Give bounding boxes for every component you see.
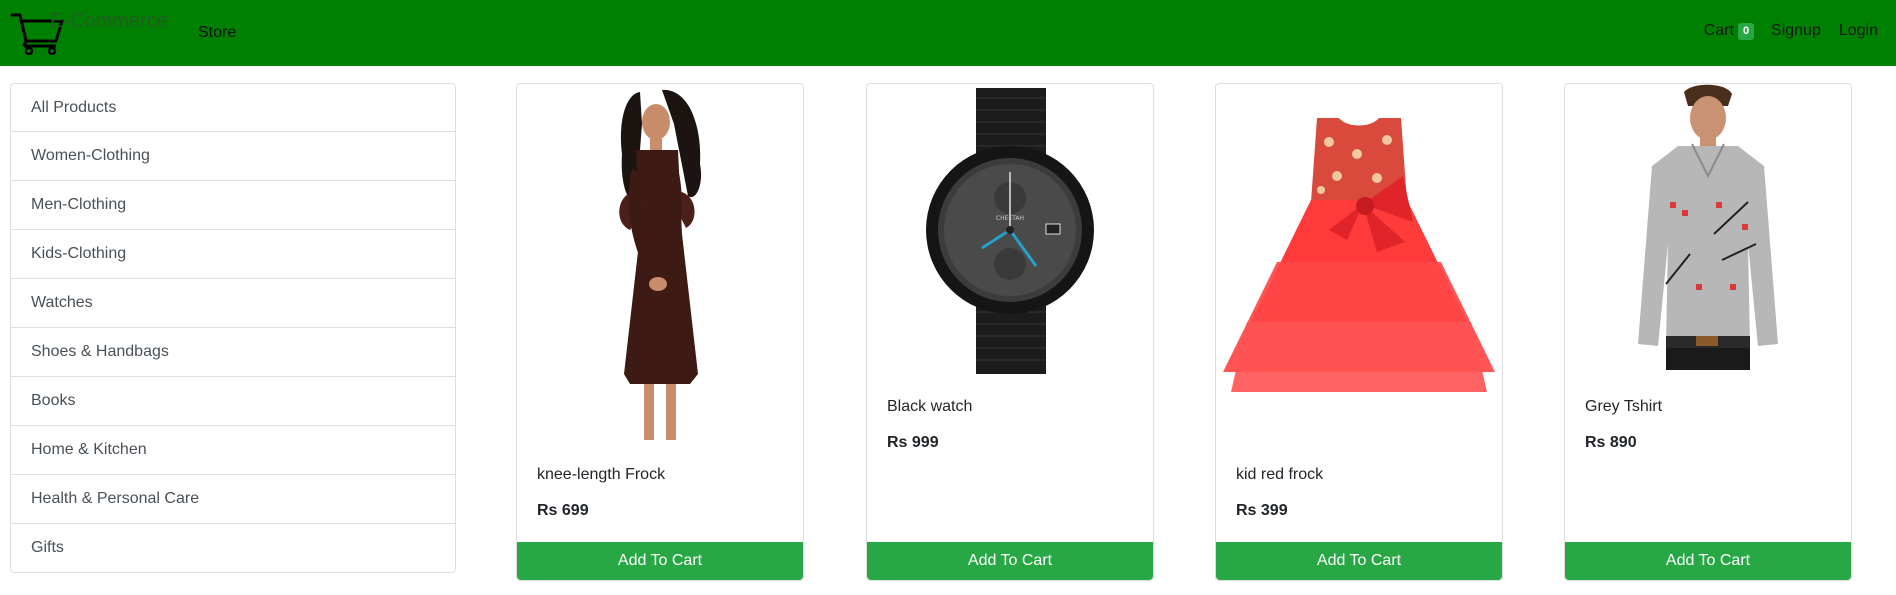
nav-link-signup[interactable]: Signup — [1771, 22, 1821, 40]
product-title[interactable]: kid red frock — [1236, 466, 1323, 484]
cart-label: Cart — [1703, 22, 1735, 39]
product-image[interactable]: CHEETAH — [867, 88, 1153, 374]
nav-link-store[interactable]: Store — [198, 24, 236, 42]
category-item-shoes-handbags[interactable]: Shoes & Handbags — [10, 328, 456, 377]
nav-link-cart[interactable]: Cart 0 — [1703, 22, 1755, 40]
product-price: Rs 699 — [537, 502, 589, 519]
product-card: Grey Tshirt Rs 890 Add To Cart — [1564, 83, 1852, 581]
category-item-watches[interactable]: Watches — [10, 279, 456, 328]
cart-count-badge: 0 — [1738, 22, 1755, 40]
red-frock-image — [1223, 118, 1495, 392]
product-price: Rs 890 — [1585, 434, 1637, 451]
product-title[interactable]: knee-length Frock — [537, 466, 665, 484]
category-item-health-personal-care[interactable]: Health & Personal Care — [10, 475, 456, 524]
category-item-all-products[interactable]: All Products — [10, 83, 456, 132]
category-item-books[interactable]: Books — [10, 377, 456, 426]
svg-text:CHEETAH: CHEETAH — [996, 215, 1024, 222]
brand-name[interactable]: E-Commerce — [50, 10, 168, 33]
category-item-women-clothing[interactable]: Women-Clothing — [10, 132, 456, 181]
category-item-gifts[interactable]: Gifts — [10, 524, 456, 573]
product-card: CHEETAH Black watch Rs 999 Add To Cart — [866, 83, 1154, 581]
black-watch-image: CHEETAH — [926, 88, 1094, 374]
product-price: Rs 399 — [1236, 502, 1288, 519]
category-item-men-clothing[interactable]: Men-Clothing — [10, 181, 456, 230]
category-item-kids-clothing[interactable]: Kids-Clothing — [10, 230, 456, 279]
category-list: All Products Women-Clothing Men-Clothing… — [10, 83, 456, 573]
nav-right-group: Cart 0 Signup Login — [1704, 22, 1878, 40]
product-image[interactable] — [1216, 112, 1502, 412]
category-item-home-kitchen[interactable]: Home & Kitchen — [10, 426, 456, 475]
product-price: Rs 999 — [887, 434, 939, 451]
product-card: knee-length Frock Rs 699 Add To Cart — [516, 83, 804, 581]
top-navbar: E-Commerce Store Cart 0 Signup Login — [0, 0, 1896, 66]
product-card: kid red frock Rs 399 Add To Cart — [1215, 83, 1503, 581]
grey-tshirt-image — [1638, 84, 1778, 370]
product-title[interactable]: Grey Tshirt — [1585, 398, 1662, 416]
product-image[interactable] — [517, 84, 803, 444]
add-to-cart-button[interactable]: Add To Cart — [1216, 542, 1502, 580]
add-to-cart-button[interactable]: Add To Cart — [1565, 542, 1851, 580]
brown-dress-image — [619, 89, 702, 440]
product-title[interactable]: Black watch — [887, 398, 972, 416]
add-to-cart-button[interactable]: Add To Cart — [517, 542, 803, 580]
nav-link-login[interactable]: Login — [1839, 22, 1878, 40]
add-to-cart-button[interactable]: Add To Cart — [867, 542, 1153, 580]
product-image[interactable] — [1565, 84, 1851, 370]
